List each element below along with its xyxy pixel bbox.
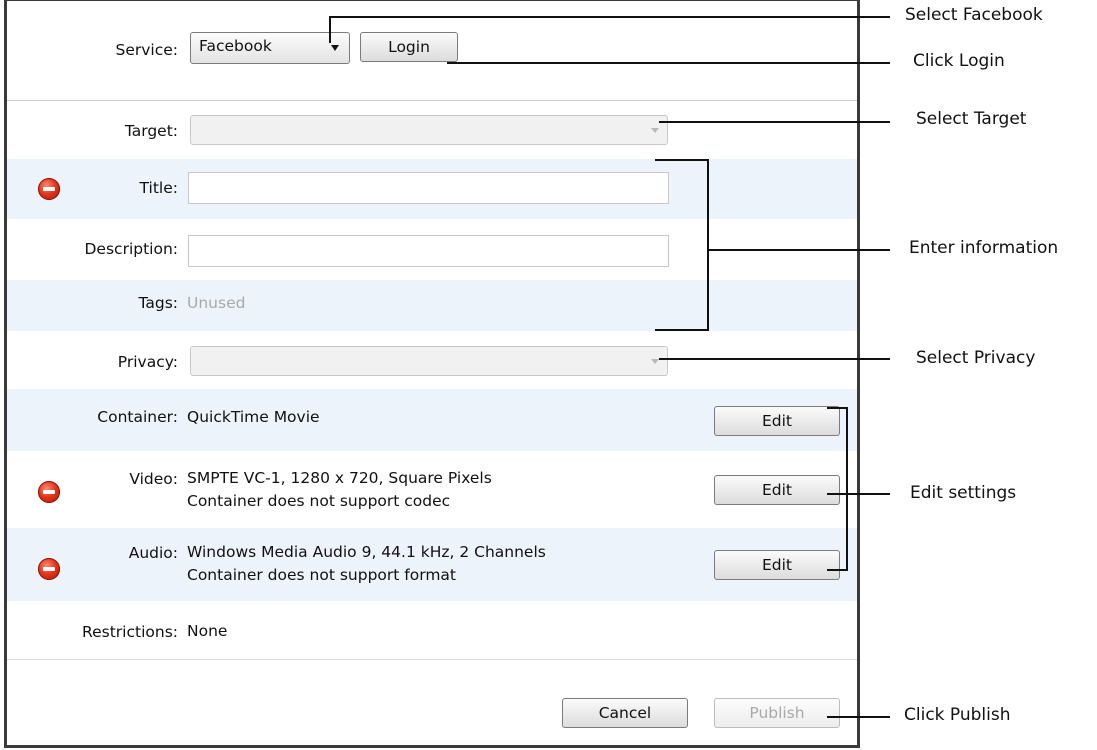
tags-label: Tags: (138, 294, 178, 312)
privacy-label: Privacy: (117, 353, 178, 371)
callout-click-publish: Click Publish (904, 705, 1011, 725)
callout-select-privacy: Select Privacy (916, 348, 1036, 368)
callout-select-target: Select Target (916, 109, 1027, 129)
publish-dialog: Service: Facebook Login Target: Title: D… (4, 0, 860, 748)
audio-edit-button[interactable]: Edit (714, 550, 840, 580)
audio-label: Audio: (128, 544, 178, 562)
target-label: Target: (124, 122, 178, 140)
callout-line (827, 407, 848, 409)
callout-edit-settings: Edit settings (910, 483, 1017, 503)
video-edit-button[interactable]: Edit (714, 475, 840, 505)
callout-line (827, 493, 890, 495)
tags-row: Tags: Unused (7, 280, 857, 331)
video-codec-value: SMPTE VC-1, 1280 x 720, Square Pixels (187, 469, 492, 487)
callout-line (329, 16, 331, 43)
error-icon (38, 558, 60, 580)
restrictions-label: Restrictions: (82, 623, 178, 641)
video-label: Video: (129, 470, 178, 488)
cancel-button[interactable]: Cancel (562, 698, 688, 728)
container-label: Container: (97, 408, 178, 426)
callout-enter-information: Enter information (909, 238, 1059, 258)
privacy-dropdown[interactable] (190, 346, 668, 376)
title-input[interactable] (188, 172, 669, 204)
title-row: Title: (7, 159, 857, 219)
error-icon (38, 178, 60, 200)
callout-line (707, 159, 709, 331)
callout-line (447, 62, 890, 64)
login-button[interactable]: Login (360, 32, 458, 62)
audio-warning: Container does not support format (187, 566, 456, 584)
callout-line (659, 121, 890, 123)
description-input[interactable] (188, 235, 669, 267)
callout-line (846, 407, 848, 571)
service-dropdown[interactable]: Facebook (190, 32, 350, 64)
chevron-down-icon (331, 45, 339, 51)
service-selected-value: Facebook (199, 37, 272, 55)
audio-format-value: Windows Media Audio 9, 44.1 kHz, 2 Chann… (187, 543, 546, 561)
callout-line (655, 159, 708, 161)
service-label: Service: (115, 41, 178, 59)
container-edit-button[interactable]: Edit (714, 406, 840, 436)
target-dropdown[interactable] (190, 115, 668, 145)
footer-divider (7, 659, 857, 660)
callout-line (329, 16, 890, 18)
chevron-down-icon (651, 359, 659, 364)
container-row: Container: QuickTime Movie Edit (7, 389, 857, 451)
tags-value: Unused (187, 294, 246, 312)
callout-line (827, 569, 848, 571)
section-divider (7, 100, 857, 101)
error-icon (38, 481, 60, 503)
video-warning: Container does not support codec (187, 492, 451, 510)
callout-line (659, 358, 890, 360)
callout-select-facebook: Select Facebook (905, 5, 1043, 25)
audio-row: Audio: Windows Media Audio 9, 44.1 kHz, … (7, 528, 857, 601)
callout-line (827, 716, 890, 718)
description-label: Description: (84, 240, 179, 258)
chevron-down-icon (651, 128, 659, 133)
callout-line (655, 329, 708, 331)
restrictions-value: None (187, 622, 228, 640)
container-value: QuickTime Movie (187, 408, 320, 426)
title-label: Title: (139, 179, 178, 197)
callout-line (707, 249, 890, 251)
callout-click-login: Click Login (913, 51, 1005, 71)
publish-button[interactable]: Publish (714, 698, 840, 728)
